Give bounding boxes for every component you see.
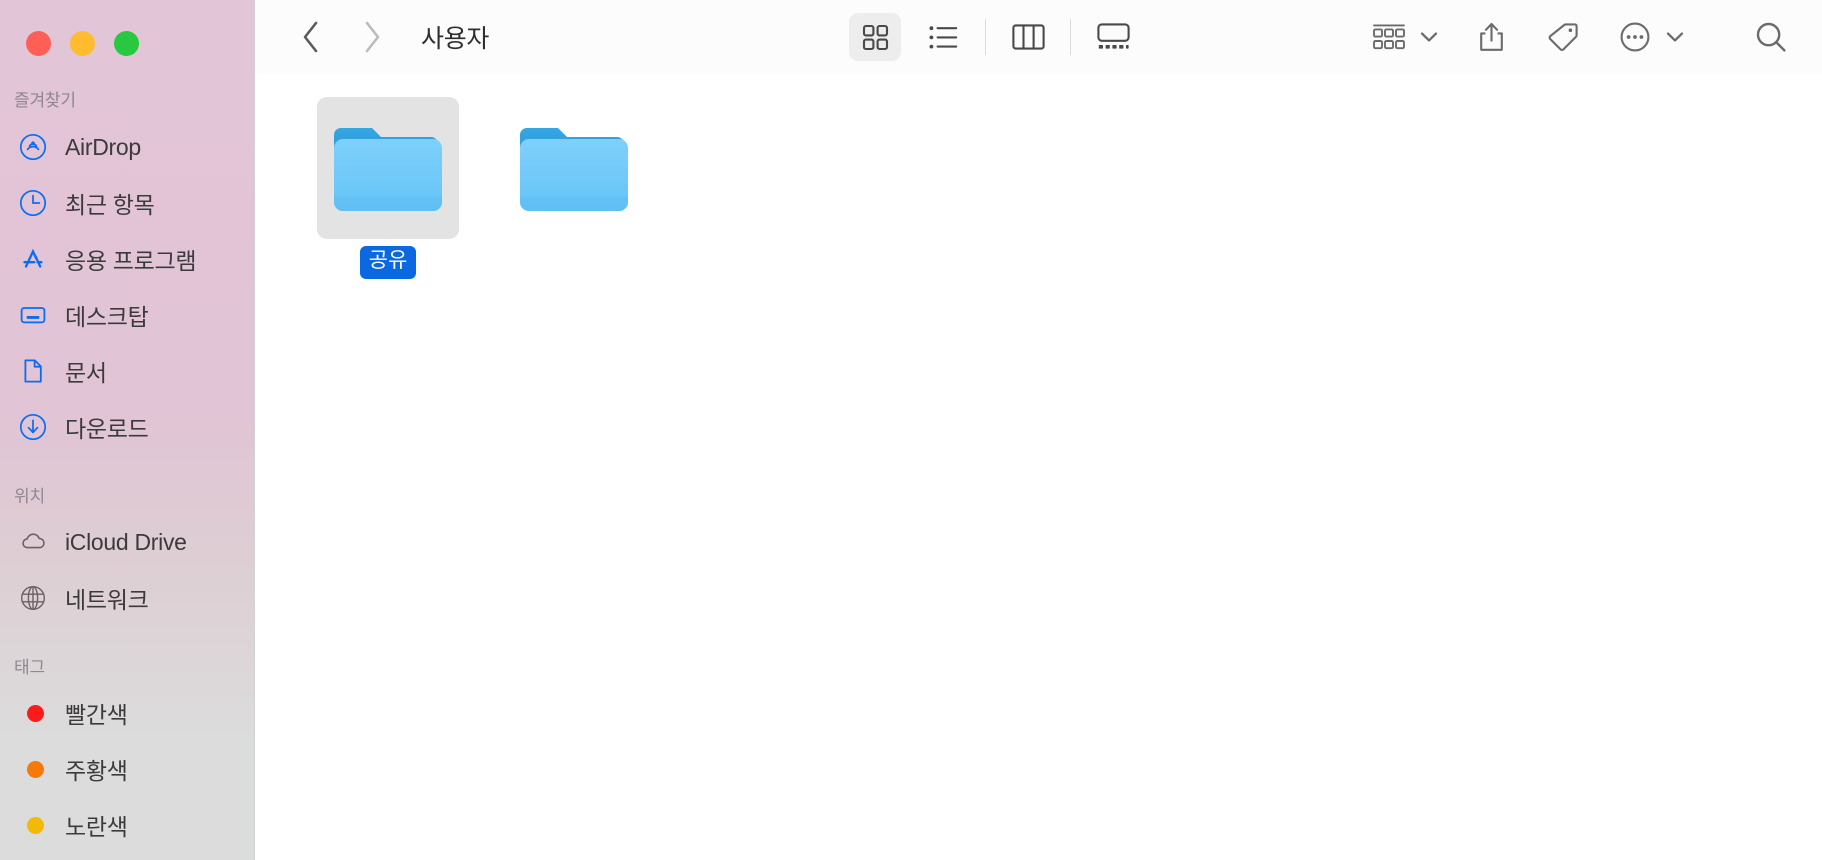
group-by-button[interactable] [1364, 13, 1414, 61]
clock-icon [18, 188, 48, 218]
sidebar-item-applications[interactable]: 응용 프로그램 [0, 231, 254, 287]
sidebar-item-label: 주황색 [65, 758, 128, 784]
view-mode-group [849, 13, 1139, 61]
document-icon [18, 356, 48, 386]
sidebar-section-title-favorites: 즐겨찾기 [14, 91, 76, 110]
sidebar-item-label: 데스크탑 [65, 304, 149, 330]
finder-window: 즐겨찾기 AirDrop 최근 항목 응용 프로그램 데스크탑 문서 다운로드 … [0, 0, 1822, 860]
toolbar-divider [985, 19, 987, 55]
tag-dot-icon [18, 810, 48, 840]
sidebar-item-label: 네트워크 [65, 587, 149, 613]
folder-icon [520, 128, 628, 211]
list-view-button[interactable] [917, 13, 969, 61]
search-button[interactable] [1746, 13, 1796, 61]
maximize-button[interactable] [114, 31, 139, 56]
minimize-button[interactable] [70, 31, 95, 56]
folder-icon [334, 128, 442, 211]
cloud-icon [18, 527, 48, 557]
sidebar-item-desktop[interactable]: 데스크탑 [0, 287, 254, 343]
sidebar-section-favorites: 즐겨찾기 AirDrop 최근 항목 응용 프로그램 데스크탑 문서 다운로드 [0, 86, 254, 455]
toolbar: 사용자 [255, 0, 1822, 74]
sidebar-item-tag-red[interactable]: 빨간색 [0, 685, 254, 741]
app-store-icon [18, 244, 48, 274]
folder-icon-container[interactable] [503, 97, 645, 239]
toolbar-divider [1070, 19, 1072, 55]
sidebar-item-documents[interactable]: 문서 [0, 343, 254, 399]
grid-item-label[interactable]: 공유 [359, 246, 417, 279]
chevron-down-icon[interactable] [1660, 13, 1690, 61]
sidebar-item-label: iCloud Drive [65, 528, 187, 555]
chevron-down-icon[interactable] [1414, 13, 1444, 61]
more-button[interactable] [1610, 13, 1660, 61]
close-button[interactable] [26, 31, 51, 56]
share-button[interactable] [1466, 13, 1516, 61]
sidebar-section-locations: 위치 iCloud Drive 네트워크 [0, 482, 254, 626]
folder-icon-container[interactable] [317, 97, 459, 239]
grid-item[interactable] [493, 97, 655, 246]
download-icon [18, 412, 48, 442]
sidebar-section-title-tags: 태그 [14, 658, 45, 677]
sidebar-item-tag-orange[interactable]: 주황색 [0, 741, 254, 797]
sidebar-item-downloads[interactable]: 다운로드 [0, 399, 254, 455]
column-view-button[interactable] [1002, 13, 1054, 61]
sidebar-item-label: 응용 프로그램 [65, 248, 197, 274]
sidebar-item-recents[interactable]: 최근 항목 [0, 175, 254, 231]
globe-icon [18, 583, 48, 613]
sidebar-item-label: AirDrop [65, 133, 141, 160]
sidebar-item-network[interactable]: 네트워크 [0, 570, 254, 626]
sidebar-section-tags: 태그 빨간색 주황색 노란색 [0, 653, 254, 853]
sidebar-item-airdrop[interactable]: AirDrop [0, 119, 254, 175]
sidebar-item-label: 빨간색 [65, 702, 128, 728]
airdrop-icon [18, 132, 48, 162]
main-area: 사용자 공유 [255, 0, 1822, 860]
navigation-buttons [291, 17, 392, 57]
tag-dot-icon [18, 754, 48, 784]
forward-button[interactable] [352, 17, 392, 57]
gallery-view-button[interactable] [1087, 13, 1139, 61]
sidebar: 즐겨찾기 AirDrop 최근 항목 응용 프로그램 데스크탑 문서 다운로드 … [0, 0, 255, 860]
back-button[interactable] [291, 17, 331, 57]
sidebar-section-title-locations: 위치 [14, 487, 45, 506]
file-grid: 공유 [255, 74, 1822, 860]
sidebar-item-label: 최근 항목 [65, 192, 155, 218]
desktop-icon [18, 300, 48, 330]
grid-item[interactable]: 공유 [307, 97, 469, 279]
tags-button[interactable] [1538, 13, 1588, 61]
page-title: 사용자 [421, 25, 490, 53]
traffic-lights [0, 0, 254, 56]
tag-dot-icon [18, 698, 48, 728]
sidebar-item-label: 노란색 [65, 814, 128, 840]
sidebar-item-label: 다운로드 [65, 416, 149, 442]
toolbar-actions [1364, 13, 1796, 61]
sidebar-item-label: 문서 [65, 360, 107, 386]
icon-view-button[interactable] [849, 13, 902, 61]
sidebar-item-tag-yellow[interactable]: 노란색 [0, 797, 254, 853]
sidebar-item-icloud-drive[interactable]: iCloud Drive [0, 514, 254, 570]
